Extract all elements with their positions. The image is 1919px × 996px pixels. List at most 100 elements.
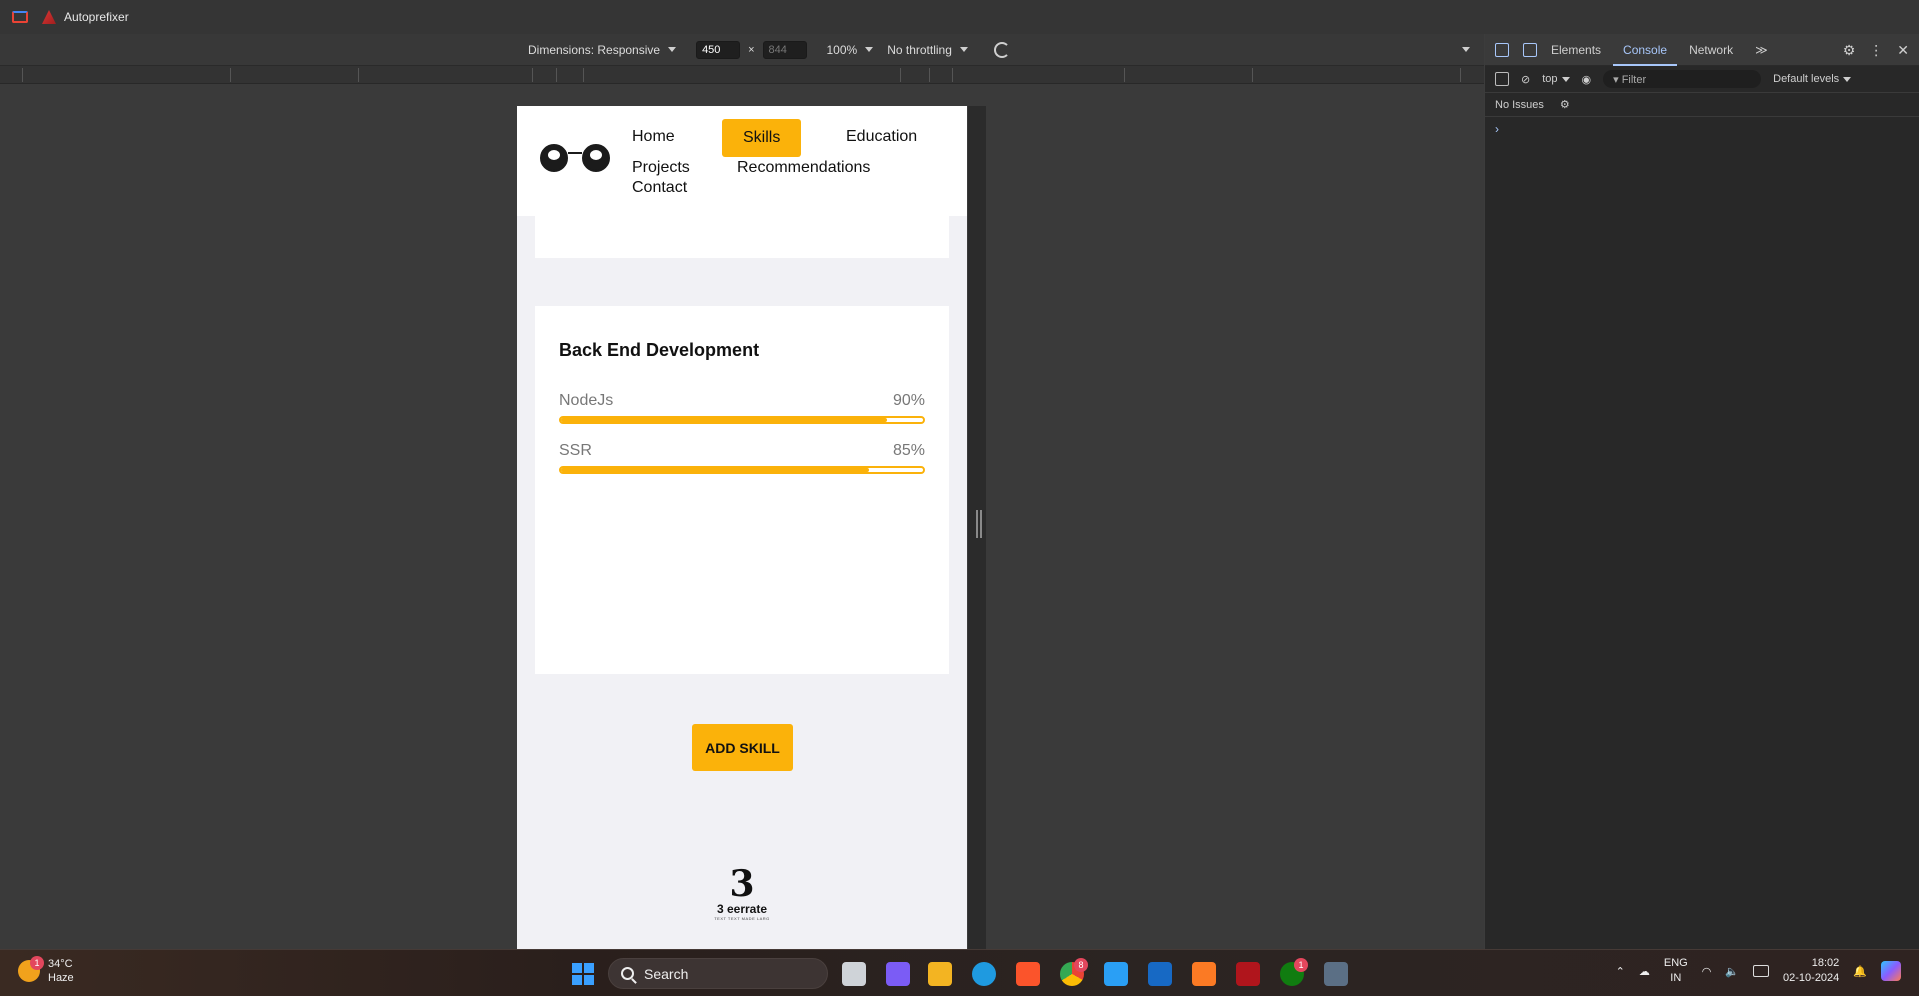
bookmark-gmail[interactable] [12,11,28,23]
dimensions-label: Dimensions: Responsive [528,42,661,57]
file-explorer-icon[interactable] [928,962,952,986]
windows-start-icon[interactable] [572,963,594,985]
width-input[interactable]: 450 [696,40,741,59]
card-title: Back End Development [559,340,760,360]
skill-name: NodeJs [559,392,614,409]
brand-mark: 3 [729,863,755,905]
vscode-icon[interactable] [1104,962,1128,986]
glasses-logo-icon[interactable] [540,144,610,174]
sidebar-toggle-icon[interactable] [1495,72,1509,86]
task-view-icon[interactable] [842,962,866,986]
inspect-element-icon[interactable] [1495,42,1509,57]
zoom-label: 100% [826,42,858,57]
kebab-menu-icon[interactable]: ⋮ [1869,42,1883,59]
height-input[interactable]: 844 [762,40,807,59]
ruler-marker [358,68,359,82]
more-tabs-button[interactable]: ≫ [1755,43,1768,57]
bookmark-autoprefixer[interactable]: Autoprefixer [42,10,129,24]
media-query-ruler[interactable] [0,66,1484,84]
device-toolbar-menu[interactable] [1458,47,1470,52]
chevron-up-icon[interactable]: ⌃ [1616,965,1625,978]
lens-right [582,144,610,172]
nav-contact[interactable]: Contact [632,179,687,197]
notification-badge: 8 [1074,958,1088,972]
cloud-icon[interactable]: ☁ [1639,965,1650,978]
zoom-dropdown[interactable]: 100% [827,43,874,57]
resize-handle[interactable] [976,510,982,538]
devtools-panel: Elements Console Network ≫ ⚙ ⋮ ✕ ⊘ top ◉… [1484,34,1919,949]
nav-projects[interactable]: Projects [632,159,690,177]
filter-input[interactable]: ▾ Filter [1603,70,1762,88]
levels-label: Default levels [1773,73,1840,85]
filter-placeholder: Filter [1621,74,1647,86]
nav-skills[interactable]: Skills [722,119,802,157]
weather-widget[interactable]: 1 34°C Haze [18,956,74,985]
xampp-icon[interactable] [1192,962,1216,986]
nav-home[interactable]: Home [632,128,675,146]
ruler-marker [583,68,584,82]
ruler-marker [929,68,930,82]
navbar: Home Skills Education Projects Recommend… [517,106,967,216]
copilot-icon[interactable] [1881,961,1901,981]
throttling-dropdown[interactable]: No throttling [887,43,968,57]
ruler-marker [1460,68,1461,82]
search-label: Search [644,965,689,982]
wifi-icon[interactable]: ◠ [1702,965,1712,978]
brand-name: 3 eerrate [716,902,768,916]
volume-icon[interactable]: 🔈 [1725,965,1739,978]
calculator-icon[interactable] [1324,962,1348,986]
skill-item: SSR 85% [559,442,925,474]
tab-console[interactable]: Console [1613,43,1678,66]
taskbar-search[interactable]: Search [608,958,828,989]
ruler-marker [952,68,953,82]
ruler-marker [1124,68,1125,82]
nav-recommendations[interactable]: Recommendations [737,159,870,177]
footer-brand[interactable]: 3 3 eerrate TEXT TEXT MADE LARG [707,866,777,921]
live-expression-eye-icon[interactable]: ◉ [1582,73,1592,86]
system-tray: ⌃ ☁ ENG IN ◠ 🔈 18:02 02-10-2024 🔔 [1616,956,1901,986]
console-settings-icon[interactable]: ⚙ [1560,98,1570,111]
dimensions-dropdown[interactable]: Dimensions: Responsive [528,42,677,57]
lens-left [540,144,568,172]
settings-icon[interactable]: ⚙ [1843,42,1856,59]
brave-icon[interactable] [1016,962,1040,986]
context-selector[interactable]: top [1542,73,1570,85]
nav-education[interactable]: Education [846,128,917,146]
chevron-down-icon [1561,77,1570,82]
close-icon[interactable]: ✕ [1897,42,1909,59]
device-toolbar-icon[interactable] [1523,42,1537,57]
edge-icon[interactable] [972,962,996,986]
skill-progress-fill [561,468,869,472]
console-toolbar: ⊘ top ◉ ▾ Filter Default levels [1485,66,1919,93]
rotate-button[interactable] [993,41,1010,58]
skill-name: SSR [559,442,592,459]
brand-tagline: TEXT TEXT MADE LARG [714,916,770,921]
app-icon[interactable] [1148,962,1172,986]
chrome-icon[interactable]: 8 [1060,958,1088,986]
app-icon[interactable] [886,962,910,986]
skill-progress-bar [559,466,925,474]
tab-network[interactable]: Network [1689,43,1733,57]
gmail-icon [12,11,28,23]
language-indicator[interactable]: ENG IN [1664,956,1688,986]
skill-item: NodeJs 90% [559,392,925,424]
ruler-marker [1252,68,1253,82]
device-toolbar: Dimensions: Responsive 450 × 844 100% No… [0,34,1484,66]
battery-icon[interactable] [1753,965,1770,977]
ruler-marker [900,68,901,82]
levels-dropdown[interactable]: Default levels [1773,73,1852,85]
issues-label[interactable]: No Issues [1495,99,1544,111]
skill-progress-bar [559,416,925,424]
app-icon[interactable] [1236,962,1260,986]
weather-temp: 34°C [48,958,73,970]
throttling-label: No throttling [887,42,952,57]
notification-badge: 1 [30,956,44,970]
notification-bell-icon[interactable]: 🔔 [1853,965,1867,978]
clear-console-icon[interactable]: ⊘ [1521,73,1530,86]
add-skill-button[interactable]: ADD SKILL [692,724,793,771]
xbox-icon[interactable]: 1 [1280,958,1308,986]
clock[interactable]: 18:02 02-10-2024 [1783,956,1839,986]
tab-elements[interactable]: Elements [1551,43,1601,57]
time: 18:02 [1811,957,1840,969]
console-prompt[interactable]: › [1495,122,1499,136]
